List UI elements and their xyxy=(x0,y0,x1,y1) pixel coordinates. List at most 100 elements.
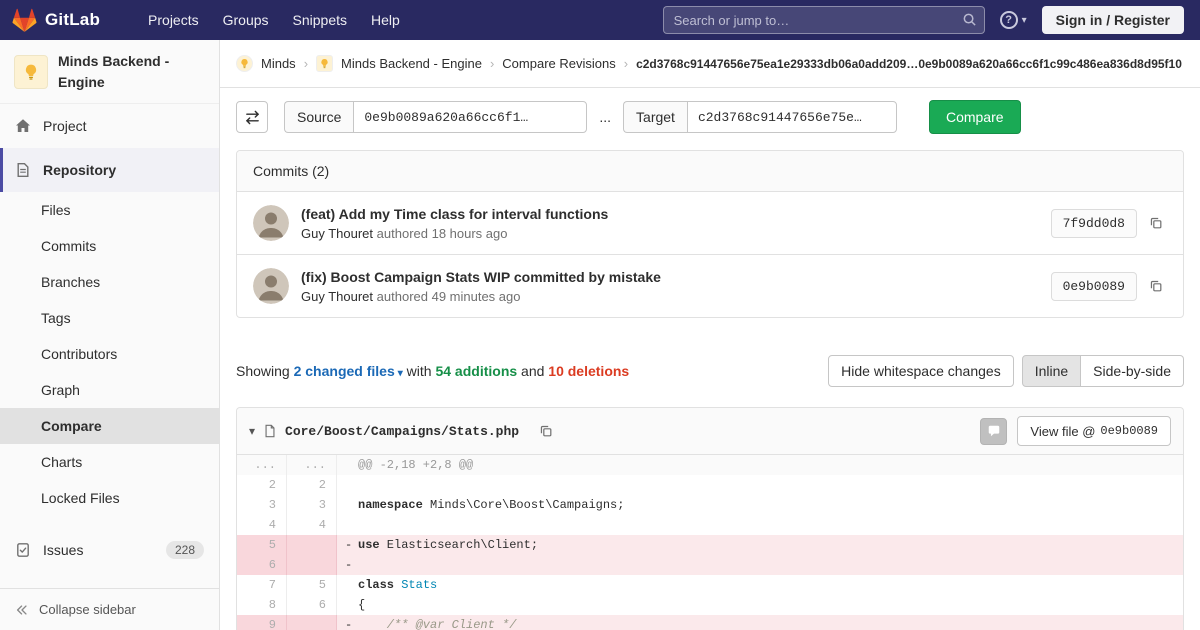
gitlab-home-link[interactable]: GitLab xyxy=(12,8,100,33)
and-label: and xyxy=(521,363,545,379)
sidebar-item-contributors[interactable]: Contributors xyxy=(0,336,219,372)
sidebar-item-issues[interactable]: Issues 228 xyxy=(0,528,219,572)
search-input[interactable] xyxy=(662,6,985,34)
sidebar-item-label: Compare xyxy=(41,418,102,434)
nav-menu-help[interactable]: Help xyxy=(359,0,412,40)
page-content: Source ... Target Compare Commits (2) (f… xyxy=(220,88,1200,630)
diff-file-panel: ▾ Core/Boost/Campaigns/Stats.php View fi… xyxy=(236,407,1184,630)
sidebar-item-project[interactable]: Project xyxy=(0,104,219,148)
diff-old-line-number[interactable]: 3 xyxy=(237,495,287,515)
diff-old-line-number[interactable]: 2 xyxy=(237,475,287,495)
help-icon: ? xyxy=(999,11,1018,29)
sidebar-item-compare[interactable]: Compare xyxy=(0,408,219,444)
search-icon xyxy=(962,12,977,27)
copy-icon xyxy=(540,425,552,437)
copy-sha-button[interactable] xyxy=(1145,212,1167,234)
chevron-down-icon: ▾ xyxy=(1021,14,1027,26)
diff-new-line-number[interactable]: 4 xyxy=(287,515,337,535)
commit-title-link[interactable]: (feat) Add my Time class for interval fu… xyxy=(301,206,1039,222)
hide-whitespace-button[interactable]: Hide whitespace changes xyxy=(828,355,1014,387)
copy-sha-button[interactable] xyxy=(1145,275,1167,297)
diff-new-line-number[interactable]: ... xyxy=(287,455,337,475)
sidebar-item-label: Repository xyxy=(43,162,117,178)
nav-menu-projects[interactable]: Projects xyxy=(136,0,211,40)
diff-old-line-number[interactable]: 8 xyxy=(237,595,287,615)
nav-menu-groups[interactable]: Groups xyxy=(211,0,281,40)
inline-view-button[interactable]: Inline xyxy=(1021,355,1082,387)
copy-file-path-button[interactable] xyxy=(535,420,557,442)
view-file-sha: 0e9b0089 xyxy=(1100,424,1158,438)
diff-new-line-number[interactable] xyxy=(287,535,337,555)
sidebar-item-locked-files[interactable]: Locked Files xyxy=(0,480,219,516)
side-by-side-view-button[interactable]: Side-by-side xyxy=(1081,355,1184,387)
source-label: Source xyxy=(284,101,354,133)
diff-old-line-number[interactable]: ... xyxy=(237,455,287,475)
diff-old-line-number[interactable]: 7 xyxy=(237,575,287,595)
sign-in-button[interactable]: Sign in / Register xyxy=(1041,6,1184,34)
view-file-label: View file @ xyxy=(1030,423,1096,439)
diff-new-line-number[interactable]: 5 xyxy=(287,575,337,595)
commit-author-avatar[interactable] xyxy=(253,268,289,304)
compare-button[interactable]: Compare xyxy=(928,100,1021,134)
comment-icon xyxy=(988,425,1000,437)
commit-authored-time: authored 18 hours ago xyxy=(376,225,508,241)
sidebar-item-files[interactable]: Files xyxy=(0,192,219,228)
diff-line-row: 22 xyxy=(237,475,1183,495)
diff-stats-bar: Showing 2 changed files ▾ with 54 additio… xyxy=(236,355,1184,387)
with-label: with xyxy=(406,363,432,379)
help-dropdown[interactable]: ? ▾ xyxy=(999,11,1027,29)
commit-title-link[interactable]: (fix) Boost Campaign Stats WIP committed… xyxy=(301,269,1039,285)
caret-down-icon: ▾ xyxy=(397,368,403,379)
target-ref-input[interactable] xyxy=(686,101,897,133)
breadcrumb-link-minds[interactable]: Minds xyxy=(261,56,296,71)
diff-new-line-number[interactable]: 3 xyxy=(287,495,337,515)
swap-revisions-button[interactable] xyxy=(236,101,268,133)
commit-authored-time: authored 49 minutes ago xyxy=(376,288,521,304)
target-ref-group: Target xyxy=(623,101,897,133)
commit-author-link[interactable]: Guy Thouret xyxy=(301,226,373,241)
commit-row: (feat) Add my Time class for interval fu… xyxy=(237,192,1183,254)
sidebar-item-tags[interactable]: Tags xyxy=(0,300,219,336)
commit-row: (fix) Boost Campaign Stats WIP committed… xyxy=(237,254,1183,317)
diff-new-line-number[interactable]: 2 xyxy=(287,475,337,495)
diff-old-line-number[interactable]: 5 xyxy=(237,535,287,555)
breadcrumb-link-compare-revisions[interactable]: Compare Revisions xyxy=(502,56,615,71)
diff-old-line-number[interactable]: 9 xyxy=(237,615,287,630)
diff-new-line-number[interactable] xyxy=(287,615,337,630)
diff-old-line-number[interactable]: 4 xyxy=(237,515,287,535)
commit-sha-button[interactable]: 7f9dd0d8 xyxy=(1050,208,1137,238)
commit-author-link[interactable]: Guy Thouret xyxy=(301,289,373,304)
collapse-diff-icon[interactable]: ▾ xyxy=(249,424,255,438)
diff-line-row: 5 - use Elasticsearch\Client; xyxy=(237,535,1183,555)
sidebar-item-branches[interactable]: Branches xyxy=(0,264,219,300)
breadcrumb: Minds › Minds Backend - Engine › Compare Rev… xyxy=(220,40,1200,88)
diff-new-line-number[interactable] xyxy=(287,555,337,575)
commit-sha-group: 7f9dd0d8 xyxy=(1050,208,1167,238)
sidebar-item-graph[interactable]: Graph xyxy=(0,372,219,408)
code-token: class xyxy=(358,578,395,592)
code-token: { xyxy=(358,598,366,612)
diff-file-name[interactable]: Core/Boost/Campaigns/Stats.php xyxy=(285,424,519,439)
diff-line-code: @@ -2,18 +2,8 @@ xyxy=(337,455,1183,475)
diff-new-line-number[interactable]: 6 xyxy=(287,595,337,615)
project-context-header[interactable]: Minds Backend - Engine xyxy=(0,40,219,104)
commit-author-avatar[interactable] xyxy=(253,205,289,241)
nav-menu-snippets[interactable]: Snippets xyxy=(281,0,359,40)
toggle-comments-button[interactable] xyxy=(980,417,1008,445)
diff-old-line-number[interactable]: 6 xyxy=(237,555,287,575)
collapse-sidebar-button[interactable]: Collapse sidebar xyxy=(0,588,219,630)
breadcrumb-separator: › xyxy=(489,56,495,71)
code-token: Stats xyxy=(401,578,438,592)
sidebar-item-commits[interactable]: Commits xyxy=(0,228,219,264)
view-file-button[interactable]: View file @ 0e9b0089 xyxy=(1017,416,1171,446)
commit-sha-group: 0e9b0089 xyxy=(1050,271,1167,301)
changed-files-dropdown[interactable]: 2 changed files ▾ xyxy=(294,363,403,379)
sidebar-item-repository[interactable]: Repository xyxy=(0,148,219,192)
source-ref-input[interactable] xyxy=(353,101,588,133)
breadcrumb-link-minds-backend-engine[interactable]: Minds Backend - Engine xyxy=(341,56,482,71)
sidebar-item-charts[interactable]: Charts xyxy=(0,444,219,480)
diff-line-code xyxy=(337,515,1183,535)
commit-sha-button[interactable]: 0e9b0089 xyxy=(1050,271,1137,301)
diff-line-code: - use Elasticsearch\Client; xyxy=(337,535,1183,555)
diff-table: ...... @@ -2,18 +2,8 @@ 2 2 3 3 namespace Mind… xyxy=(237,455,1183,630)
